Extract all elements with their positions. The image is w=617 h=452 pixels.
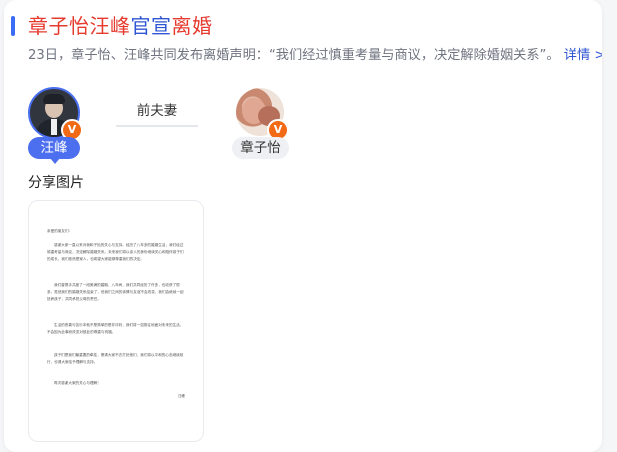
name-tag-wangfeng[interactable]: 汪峰 xyxy=(28,137,80,164)
doc-paragraph: 再次感谢大家的关心与理解！ xyxy=(54,381,101,385)
details-link[interactable]: 详情 > xyxy=(564,48,602,63)
card-description: 23日，章子怡、汪峰共同发布离婚声明：“我们经过慎重考量与商议，决定解除婚姻关系… xyxy=(28,45,602,67)
share-images-title: 分享图片 xyxy=(28,175,84,191)
card-title[interactable]: 章子怡汪峰官宣离婚 xyxy=(28,12,213,40)
title-part-names[interactable]: 章子怡汪峰 xyxy=(28,14,131,38)
title-part-divorce[interactable]: 离婚 xyxy=(172,14,213,38)
doc-paragraph: 我们曾携手共度了一段美满的婚姻，八年间，我们共同经历了许多，也收获了很多。虽然我… xyxy=(47,283,184,301)
relation-label: 前夫妻 xyxy=(136,103,178,119)
relation-divider xyxy=(116,125,198,127)
title-part-announce[interactable]: 官宣 xyxy=(131,14,172,38)
doc-greeting: 亲爱的朋友们： xyxy=(47,229,73,233)
doc-signature: 汪峰 xyxy=(177,394,185,398)
doc-paragraph: 感谢大家一直以来对我和子怡的关心与支持。经历了八年多的婚姻生活，我们经过慎重考量… xyxy=(47,243,184,261)
statement-image[interactable]: 亲爱的朋友们： 感谢大家一直以来对我和子怡的关心与支持。经历了八年多的婚姻生活，… xyxy=(28,200,204,442)
news-card: 章子怡汪峰官宣离婚 23日，章子怡、汪峰共同发布离婚声明：“我们经过慎重考量与商… xyxy=(4,0,602,452)
title-accent-bar xyxy=(11,16,15,36)
doc-paragraph: 孩子们是我们最重要的牵挂，恳请大家不去打扰他们，我们将以平和的心态继续前行，也请… xyxy=(47,353,184,364)
description-text: 23日，章子怡、汪峰共同发布离婚声明：“我们经过慎重考量与商议，决定解除婚姻关系… xyxy=(28,48,560,63)
name-tag-zhangziyi[interactable]: 章子怡 xyxy=(232,137,289,159)
doc-paragraph: 生活的悲喜与苦乐本就不是简单的是非评判，我们将一如既往地面对未来的生活，不会因为… xyxy=(47,323,184,334)
